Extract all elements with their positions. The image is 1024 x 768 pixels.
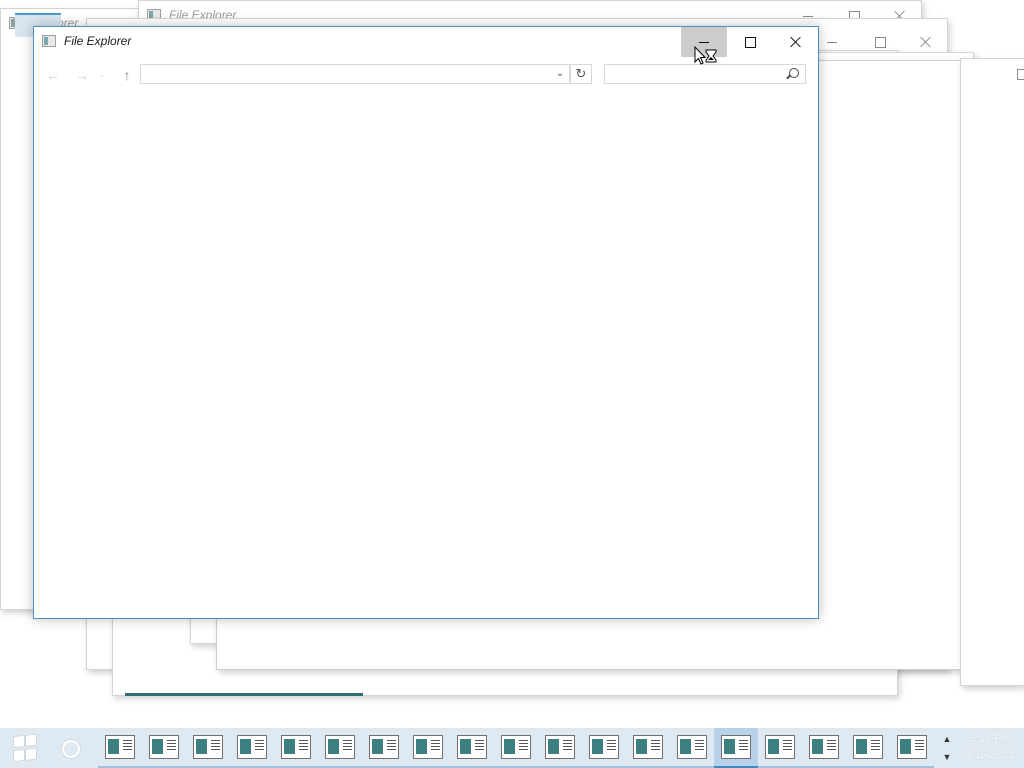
close-button[interactable] (773, 27, 819, 57)
clock-date: 3/16/2022 (965, 749, 1015, 761)
maximize-icon (1017, 69, 1024, 80)
file-explorer-icon (237, 735, 267, 759)
address-bar[interactable]: ⌄ (140, 64, 570, 84)
start-button[interactable] (0, 728, 48, 768)
file-explorer-icon (193, 735, 223, 759)
file-explorer-icon (897, 735, 927, 759)
taskbar-file-explorer-button[interactable] (582, 728, 626, 768)
taskbar-file-explorer-button[interactable] (186, 728, 230, 768)
recent-locations-button[interactable]: ⌄ (96, 65, 108, 85)
taskbar-file-explorer-button[interactable] (450, 728, 494, 768)
search-icon (789, 68, 799, 78)
address-dropdown-button[interactable]: ⌄ (553, 67, 567, 81)
taskbar-file-explorer-button[interactable] (802, 728, 846, 768)
file-explorer-icon (765, 735, 795, 759)
refresh-icon: ↻ (575, 66, 587, 81)
taskbar-file-explorer-button[interactable] (142, 728, 186, 768)
file-explorer-icon (853, 735, 883, 759)
file-explorer-icon (281, 735, 311, 759)
taskbar-file-explorer-button[interactable] (670, 728, 714, 768)
file-explorer-icon (501, 735, 531, 759)
taskbar-file-explorer-button[interactable] (538, 728, 582, 768)
system-clock[interactable]: 5:18 PM 3/16/2022 (958, 731, 1022, 765)
taskbar-file-explorer-button[interactable] (626, 728, 670, 768)
taskbar-file-explorer-button[interactable] (406, 728, 450, 768)
busy-pointer-icon (694, 46, 717, 65)
taskbar-file-explorer-button[interactable] (890, 728, 934, 768)
minimize-icon (803, 15, 813, 17)
back-button[interactable]: ← (42, 65, 64, 85)
file-explorer-window[interactable]: File Explorer ← → ⌄ ↑ ⌄ ↻ (33, 26, 819, 619)
taskbar-file-explorer-button[interactable] (846, 728, 890, 768)
file-explorer-icon (149, 735, 179, 759)
chevron-up-icon: ▲ (942, 734, 952, 744)
chevron-down-icon: ⌄ (98, 70, 106, 79)
maximize-icon (744, 36, 756, 48)
up-arrow-icon: ↑ (123, 67, 131, 83)
forward-button[interactable]: → (71, 65, 93, 85)
content-area[interactable] (34, 93, 818, 618)
file-explorer-icon (42, 35, 56, 47)
scroll-down-button[interactable]: ▼ (940, 748, 954, 766)
file-explorer-icon (413, 735, 443, 759)
maximize-button[interactable] (727, 27, 773, 57)
chevron-down-icon: ▼ (942, 752, 952, 762)
taskbar-file-explorer-button[interactable] (230, 728, 274, 768)
chevron-down-icon: ⌄ (555, 68, 565, 79)
taskbar-app-buttons (98, 728, 934, 768)
scroll-up-button[interactable]: ▲ (940, 730, 954, 748)
taskbar-scroll: ▲ ▼ (940, 730, 954, 766)
file-explorer-icon (457, 735, 487, 759)
taskbar-file-explorer-button[interactable] (362, 728, 406, 768)
file-explorer-icon (545, 735, 575, 759)
forward-arrow-icon: → (75, 67, 89, 83)
taskbar-file-explorer-button[interactable] (274, 728, 318, 768)
progress-strip (125, 693, 363, 696)
file-explorer-icon (105, 735, 135, 759)
cortana-button[interactable] (62, 740, 80, 758)
back-arrow-icon: ← (46, 67, 60, 83)
close-icon (920, 36, 932, 48)
maximize-icon (874, 36, 886, 48)
file-explorer-icon (809, 735, 839, 759)
taskbar-file-explorer-button[interactable] (494, 728, 538, 768)
refresh-button[interactable]: ↻ (570, 64, 592, 84)
taskbar-file-explorer-button-active[interactable] (714, 728, 758, 768)
windows-logo-icon (13, 733, 37, 763)
taskbar-file-explorer-button[interactable] (318, 728, 362, 768)
taskbar: ▲ ▼ 5:18 PM 3/16/2022 (0, 728, 1024, 768)
file-explorer-icon (677, 735, 707, 759)
up-button[interactable]: ↑ (116, 65, 138, 85)
taskbar-file-explorer-button[interactable] (758, 728, 802, 768)
taskbar-file-explorer-button[interactable] (98, 728, 142, 768)
file-explorer-icon (721, 735, 751, 759)
clock-time: 5:18 PM (969, 733, 1011, 745)
file-explorer-icon (633, 735, 663, 759)
minimize-icon (699, 41, 709, 43)
file-explorer-icon (589, 735, 619, 759)
file-explorer-icon (325, 735, 355, 759)
background-window[interactable] (960, 58, 1024, 686)
close-icon (790, 36, 802, 48)
window-title: File Explorer (64, 34, 132, 48)
file-explorer-icon (369, 735, 399, 759)
minimize-icon (827, 41, 837, 43)
